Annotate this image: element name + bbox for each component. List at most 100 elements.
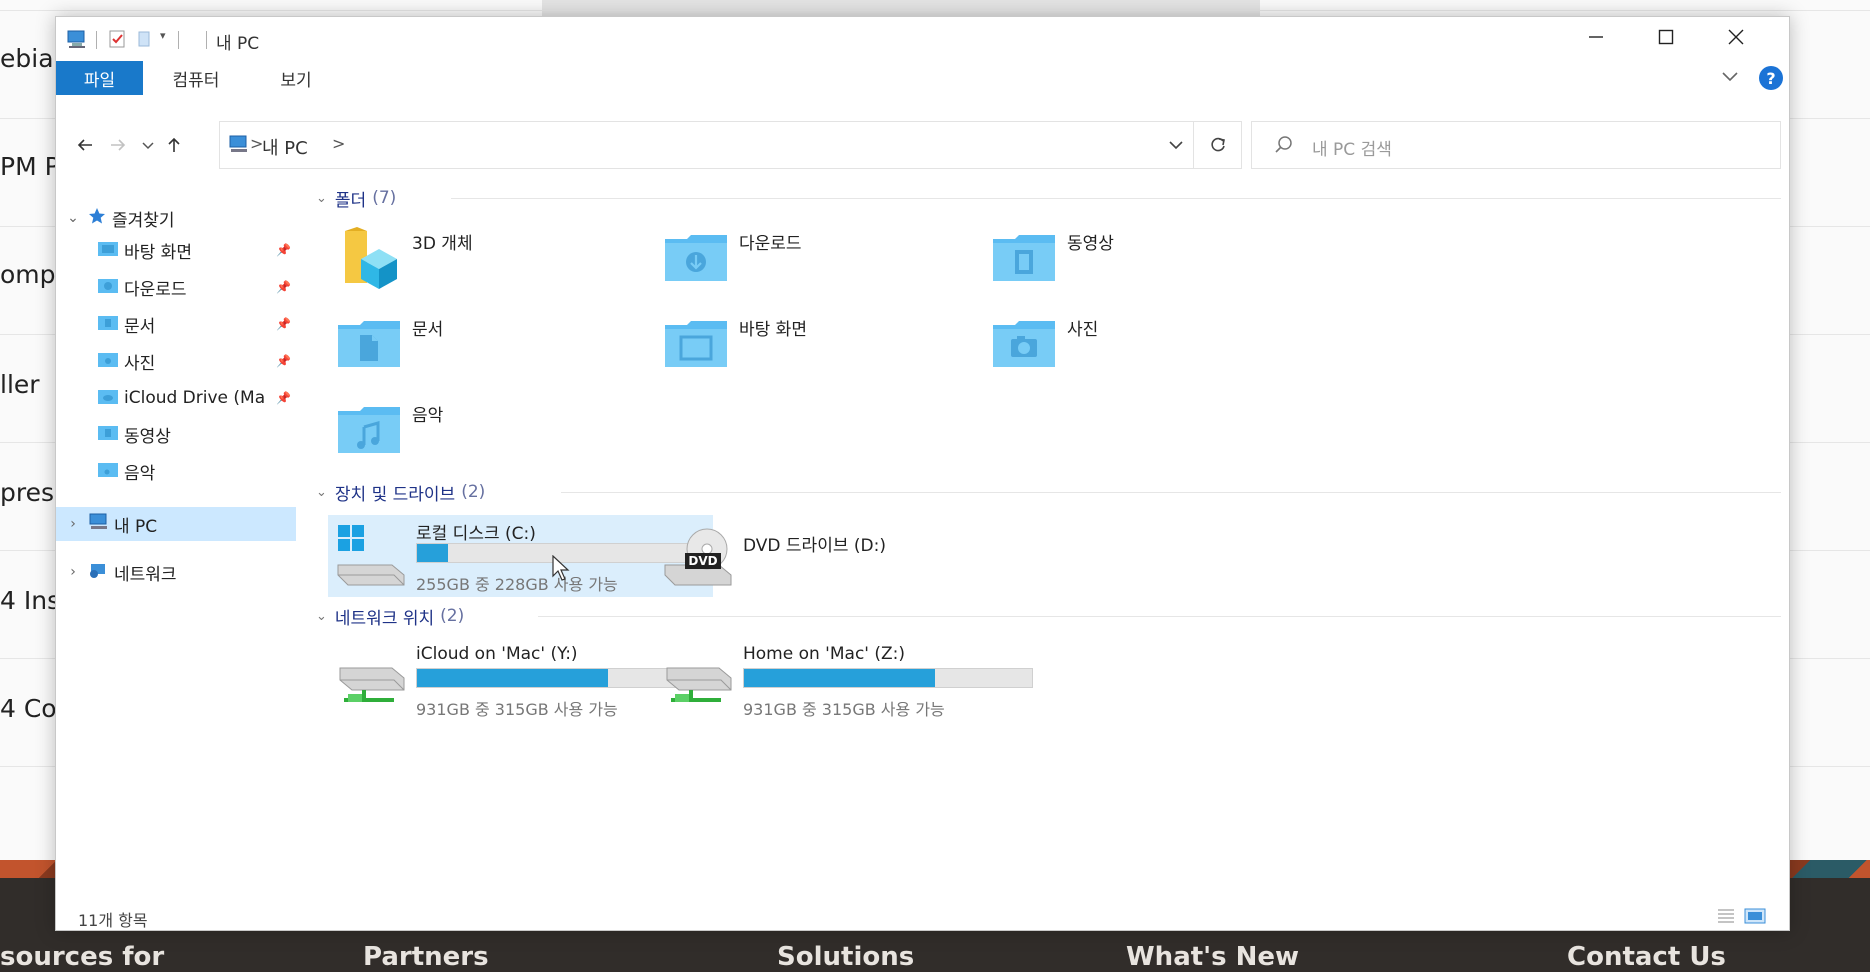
title-bar[interactable]: ▾ 내 PC bbox=[56, 17, 1789, 61]
forward-arrow-icon bbox=[111, 139, 126, 151]
folder-label: 문서 bbox=[412, 320, 444, 340]
network-drive-icon bbox=[334, 648, 406, 716]
nav-item-this-pc[interactable]: › 내 PC bbox=[56, 507, 296, 541]
details-view-icon[interactable] bbox=[1716, 907, 1738, 925]
nav-item-desktop[interactable]: 바탕 화면 📌 bbox=[56, 233, 296, 267]
nav-item-documents[interactable]: 문서 📌 bbox=[56, 307, 296, 341]
pin-icon[interactable]: 📌 bbox=[276, 243, 291, 257]
toolbar-separator bbox=[96, 31, 97, 49]
breadcrumb-this-pc[interactable]: 내 PC bbox=[262, 134, 308, 160]
group-title: 네트워크 위치 bbox=[334, 608, 435, 629]
maximize-icon bbox=[1658, 29, 1674, 45]
chevron-down-icon bbox=[142, 142, 154, 150]
folder-pictures[interactable]: 사진 bbox=[989, 309, 1098, 379]
music-folder-icon bbox=[98, 461, 118, 482]
network-icon bbox=[88, 561, 110, 584]
documents-folder-icon bbox=[98, 314, 118, 335]
properties-icon[interactable] bbox=[108, 29, 126, 49]
music-folder-icon bbox=[334, 395, 404, 465]
folder-downloads[interactable]: 다운로드 bbox=[661, 223, 802, 293]
minimize-button[interactable] bbox=[1561, 17, 1631, 57]
toolbar-separator bbox=[178, 31, 179, 49]
nav-label: 동영상 bbox=[124, 426, 171, 447]
tab-computer[interactable]: 컴퓨터 bbox=[146, 61, 246, 95]
footer-link[interactable]: What's New bbox=[1126, 942, 1299, 972]
forward-button[interactable] bbox=[106, 133, 130, 157]
drive-name: Home on 'Mac' (Z:) bbox=[743, 644, 906, 664]
nav-item-network[interactable]: › 네트워크 bbox=[56, 555, 296, 589]
group-header-network-locations[interactable]: ⌄ 네트워크 위치 (2) bbox=[316, 603, 464, 629]
nav-label: 네트워크 bbox=[114, 564, 177, 585]
nav-item-videos[interactable]: 동영상 bbox=[56, 417, 296, 451]
folder-documents[interactable]: 문서 bbox=[334, 309, 443, 379]
up-arrow-icon bbox=[168, 137, 180, 152]
chevron-down-icon[interactable]: ⌄ bbox=[66, 210, 80, 226]
large-icons-view-icon[interactable] bbox=[1744, 907, 1766, 925]
computer-icon[interactable] bbox=[66, 29, 88, 49]
up-button[interactable] bbox=[162, 133, 186, 157]
footer-link[interactable]: Contact Us bbox=[1567, 942, 1726, 972]
search-input[interactable]: 내 PC 검색 bbox=[1312, 135, 1392, 160]
customize-toolbar-icon[interactable]: ▾ bbox=[160, 29, 166, 42]
star-icon bbox=[88, 207, 106, 230]
refresh-button[interactable] bbox=[1194, 121, 1242, 169]
maximize-button[interactable] bbox=[1631, 17, 1701, 57]
chevron-down-icon: ⌄ bbox=[316, 484, 327, 500]
expand-ribbon-icon[interactable] bbox=[1721, 67, 1739, 89]
nav-label: 즐겨찾기 bbox=[112, 210, 175, 231]
pin-icon[interactable]: 📌 bbox=[276, 317, 291, 331]
tab-file[interactable]: 파일 bbox=[56, 61, 143, 95]
drive-dvd-d[interactable]: DVD DVD 드라이브 (D:) bbox=[655, 515, 1040, 597]
address-bar[interactable]: > 내 PC > bbox=[219, 121, 1194, 169]
help-button[interactable]: ? bbox=[1759, 66, 1783, 90]
nav-item-music[interactable]: 음악 bbox=[56, 454, 296, 488]
folder-videos[interactable]: 동영상 bbox=[989, 223, 1114, 293]
close-icon bbox=[1728, 29, 1744, 45]
group-header-devices[interactable]: ⌄ 장치 및 드라이브 (2) bbox=[316, 479, 485, 505]
drive-name: 로컬 디스크 (C:) bbox=[416, 524, 536, 544]
search-box[interactable]: 내 PC 검색 bbox=[1251, 121, 1781, 169]
nav-label: 문서 bbox=[124, 316, 156, 337]
network-drive-home-z[interactable]: Home on 'Mac' (Z:) 931GB 중 315GB 사용 가능 bbox=[655, 640, 1040, 722]
nav-label: iCloud Drive (Ma bbox=[124, 388, 266, 408]
background-list-item[interactable]: ller bbox=[0, 370, 40, 399]
new-folder-icon[interactable] bbox=[136, 29, 152, 49]
group-header-folders[interactable]: ⌄ 폴더 (7) bbox=[316, 185, 396, 211]
folder-music[interactable]: 음악 bbox=[334, 395, 443, 465]
nav-label: 음악 bbox=[124, 463, 156, 484]
folder-desktop[interactable]: 바탕 화면 bbox=[661, 309, 807, 379]
recent-locations-button[interactable] bbox=[136, 133, 160, 157]
videos-folder-icon bbox=[989, 223, 1059, 293]
folder-label: 사진 bbox=[1067, 320, 1099, 340]
chevron-right-icon[interactable]: › bbox=[66, 516, 80, 532]
nav-item-pictures[interactable]: 사진 📌 bbox=[56, 344, 296, 378]
footer-link[interactable]: Partners bbox=[363, 942, 489, 972]
breadcrumb-separator[interactable]: > bbox=[332, 134, 345, 153]
address-dropdown-icon[interactable] bbox=[1167, 136, 1185, 158]
nav-quick-access[interactable]: ⌄ 즐겨찾기 bbox=[56, 201, 296, 235]
minimize-icon bbox=[1589, 36, 1603, 38]
pictures-folder-icon bbox=[98, 351, 118, 372]
group-divider bbox=[561, 492, 1781, 493]
back-button[interactable] bbox=[73, 133, 97, 157]
chevron-right-icon[interactable]: › bbox=[66, 564, 80, 580]
footer-link[interactable]: Solutions bbox=[777, 942, 914, 972]
status-bar: 11개 항목 bbox=[56, 901, 1789, 930]
pin-icon[interactable]: 📌 bbox=[276, 354, 291, 368]
chevron-down-icon: ⌄ bbox=[316, 190, 327, 206]
nav-item-downloads[interactable]: 다운로드 📌 bbox=[56, 270, 296, 304]
footer-link[interactable]: sources for bbox=[0, 942, 164, 972]
pin-icon[interactable]: 📌 bbox=[276, 391, 291, 405]
background-divider bbox=[0, 10, 1870, 11]
tab-view[interactable]: 보기 bbox=[256, 61, 336, 95]
nav-item-icloud-drive[interactable]: iCloud Drive (Ma 📌 bbox=[56, 381, 296, 415]
pin-icon[interactable]: 📌 bbox=[276, 280, 291, 294]
documents-folder-icon bbox=[334, 309, 404, 379]
group-divider bbox=[538, 616, 1781, 617]
search-icon bbox=[1274, 135, 1294, 159]
folder-3d-objects[interactable]: 3D 개체 bbox=[334, 223, 473, 293]
drive-free-space: 255GB 중 228GB 사용 가능 bbox=[416, 575, 618, 594]
close-button[interactable] bbox=[1701, 17, 1771, 57]
drive-name: iCloud on 'Mac' (Y:) bbox=[416, 644, 578, 664]
file-explorer-window: ▾ 내 PC 파일 컴퓨터 보기 ? > 내 PC > 내 PC 검색 ⌄ 즐겨… bbox=[55, 16, 1790, 931]
